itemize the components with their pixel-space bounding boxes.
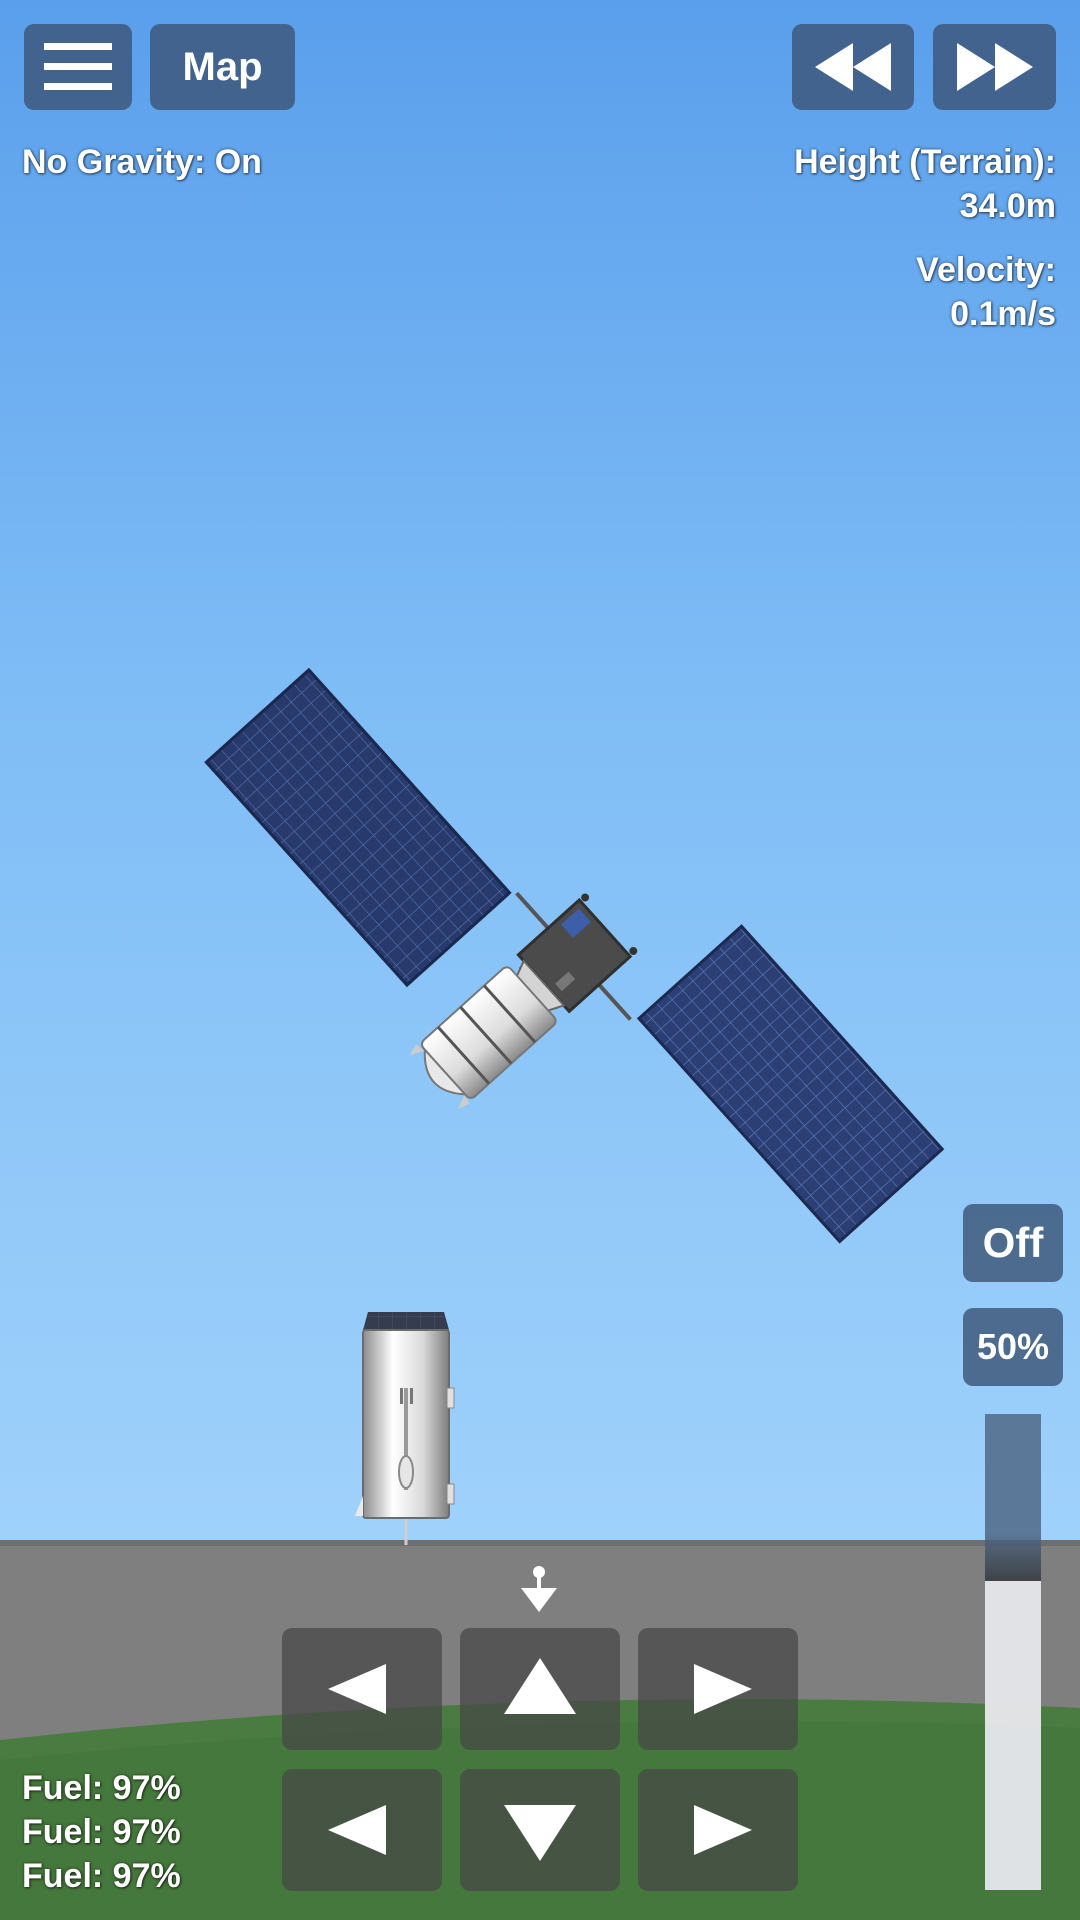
- translate-right-icon: [694, 1805, 752, 1855]
- throttle-toggle-label: Off: [982, 1219, 1044, 1266]
- map-button-label: Map: [182, 44, 263, 89]
- rewind-button[interactable]: [792, 24, 914, 110]
- throttle-percent-label: 50%: [976, 1326, 1050, 1367]
- thrust-up-button[interactable]: [460, 1628, 620, 1750]
- thrust-down-button[interactable]: [460, 1769, 620, 1891]
- fuel-readout-1: Fuel: 97%: [22, 1769, 181, 1807]
- translate-right-button[interactable]: [638, 1769, 798, 1891]
- hamburger-icon: [44, 43, 112, 90]
- map-button[interactable]: Map: [150, 24, 295, 110]
- throttle-percent-button[interactable]: 50%: [963, 1308, 1063, 1386]
- height-value: 34.0m: [959, 187, 1056, 225]
- rotate-right-icon: [694, 1664, 752, 1714]
- fuel-readout-3: Fuel: 97%: [22, 1857, 181, 1895]
- throttle-slider[interactable]: [985, 1414, 1041, 1890]
- rotate-left-button[interactable]: [282, 1628, 442, 1750]
- thrust-down-icon: [504, 1805, 576, 1861]
- thrust-up-icon: [504, 1658, 576, 1714]
- fast-forward-button[interactable]: [933, 24, 1056, 110]
- velocity-value: 0.1m/s: [950, 295, 1056, 333]
- height-label: Height (Terrain):: [794, 143, 1056, 181]
- rotate-left-icon: [328, 1664, 386, 1714]
- rocket-tank: [355, 1312, 455, 1545]
- fuel-readout-2: Fuel: 97%: [22, 1813, 181, 1851]
- throttle-slider-handle[interactable]: [985, 1533, 1041, 1581]
- sky: [0, 0, 1080, 1560]
- throttle-slider-fill: [985, 1581, 1041, 1890]
- velocity-label: Velocity:: [916, 251, 1056, 289]
- rotate-right-button[interactable]: [638, 1628, 798, 1750]
- throttle-toggle-button[interactable]: Off: [963, 1204, 1063, 1282]
- fast-forward-icon: [956, 43, 1033, 91]
- translate-left-button[interactable]: [282, 1769, 442, 1891]
- no-gravity-status: No Gravity: On: [22, 143, 262, 181]
- rewind-icon: [815, 43, 891, 91]
- translate-left-icon: [328, 1805, 386, 1855]
- menu-button[interactable]: [24, 24, 132, 110]
